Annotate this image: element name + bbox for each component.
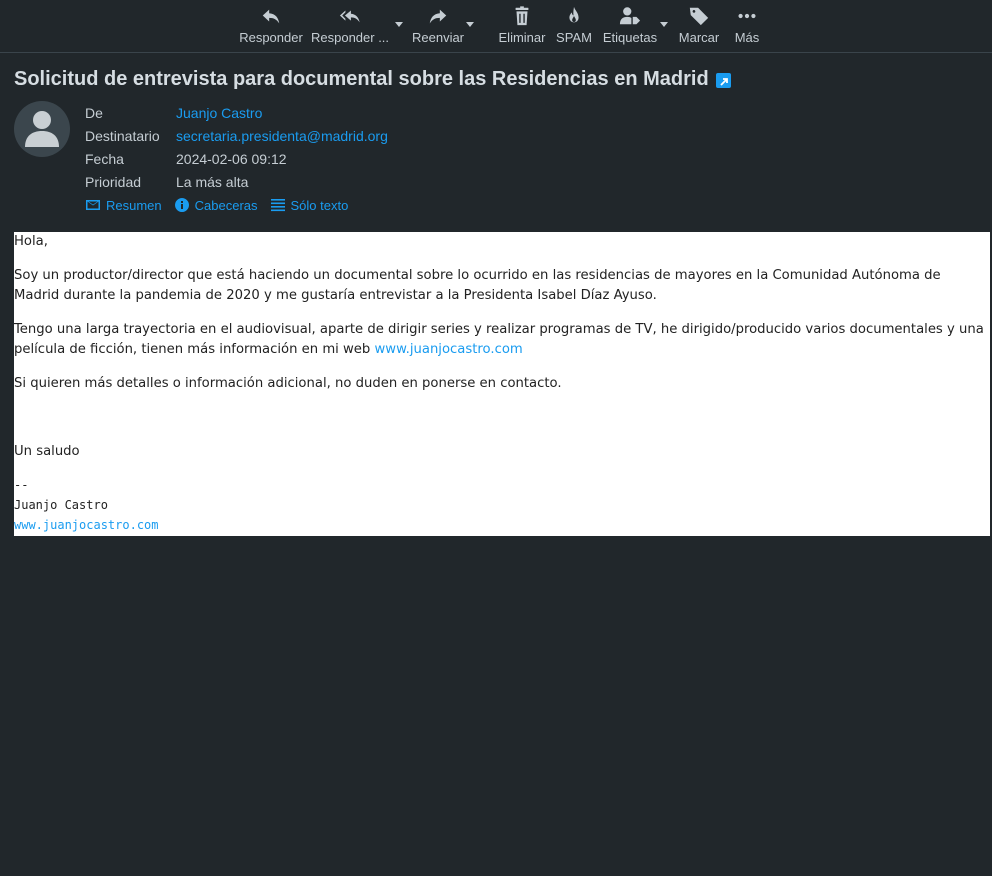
more-dots-icon [738,13,756,19]
tag-icon [689,7,709,26]
priority-label: Prioridad [85,173,142,190]
plain-text-view-link[interactable]: Sólo texto [270,197,348,213]
header-from: De Juanjo Castro [85,101,388,124]
priority-value: La más alta [176,173,249,190]
user-tag-icon [619,7,641,25]
signature-separator: -- [14,478,29,492]
spam-button[interactable]: SPAM [556,0,592,52]
body-paragraph-3: Si quieren más detalles o información ad… [14,376,562,391]
message-body: Hola, Soy un productor/director que está… [14,232,990,536]
open-external-icon[interactable] [715,73,731,88]
forward-button[interactable]: Reenviar [412,0,464,52]
headers-view-link[interactable]: Cabeceras [174,197,258,213]
reply-button[interactable]: Responder [239,0,303,52]
envelope-icon [86,200,100,210]
body-paragraph-2: Tengo una larga trayectoria en el audiov… [14,320,984,360]
info-icon [174,198,189,212]
signature-link[interactable]: www.juanjocastro.com [14,515,159,535]
date-value: 2024-02-06 09:12 [176,150,287,167]
signature-name: Juanjo Castro [14,498,108,512]
reply-all-button[interactable]: Responder ... [311,0,389,52]
body-paragraph-1: Soy un productor/director que está hacie… [14,268,941,303]
fire-icon [569,6,579,23]
to-link[interactable]: secretaria.presidenta@madrid.org [176,128,388,144]
from-label: De [85,104,103,121]
forward-dropdown-icon[interactable] [466,22,474,27]
more-button[interactable]: Más [732,0,762,52]
text-lines-icon [270,199,285,212]
reply-all-dropdown-icon[interactable] [395,22,403,27]
subject-text: Solicitud de entrevista para documental … [14,68,709,90]
message-subject: Solicitud de entrevista para documental … [14,68,731,91]
delete-button[interactable]: Eliminar [498,0,546,52]
user-silhouette-icon [25,111,59,147]
message-headers: De Juanjo Castro Destinatario secretaria… [85,101,388,193]
header-priority: Prioridad La más alta [85,170,388,193]
reply-all-icon [339,10,360,23]
website-link[interactable]: www.juanjocastro.com [375,342,523,357]
reply-icon [262,9,280,24]
mark-button[interactable]: Marcar [678,0,720,52]
closing-text: Un saludo [14,444,80,459]
message-toolbar: Responder Responder ... Reenviar Elimina… [0,0,992,53]
from-link[interactable]: Juanjo Castro [176,105,262,121]
labels-dropdown-icon[interactable] [660,22,668,27]
trash-icon [515,6,529,26]
header-date: Fecha 2024-02-06 09:12 [85,147,388,170]
view-switcher: Resumen Cabeceras Sólo texto [85,197,360,213]
forward-icon [429,9,447,24]
summary-view-link[interactable]: Resumen [85,197,162,213]
header-to: Destinatario secretaria.presidenta@madri… [85,124,388,147]
greeting-text: Hola, [14,234,48,249]
to-label: Destinatario [85,127,160,144]
labels-button[interactable]: Etiquetas [602,0,658,52]
date-label: Fecha [85,150,124,167]
sender-avatar [14,101,70,157]
